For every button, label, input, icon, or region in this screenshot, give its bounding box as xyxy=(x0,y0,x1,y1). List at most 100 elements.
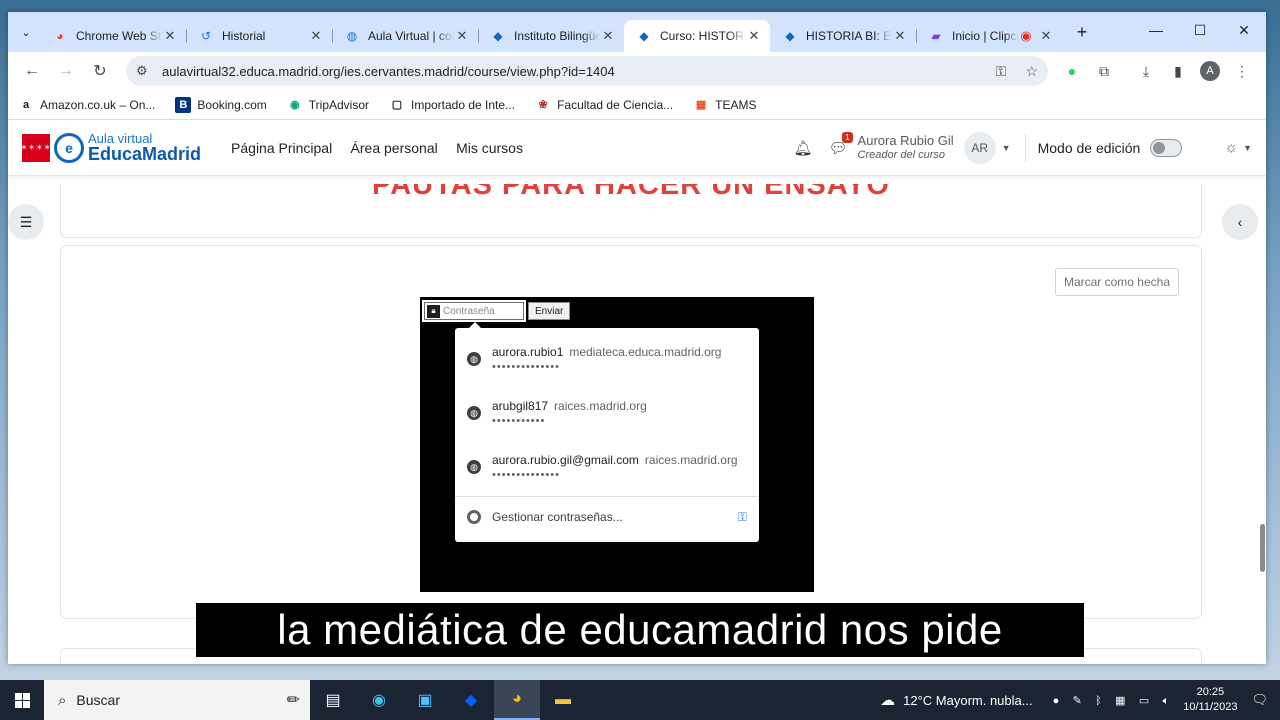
close-icon[interactable]: ✕ xyxy=(454,28,470,44)
tab-title: Historial xyxy=(222,29,266,43)
key-icon[interactable]: ⚿ xyxy=(995,63,1006,79)
edit-mode-toggle[interactable] xyxy=(1150,138,1183,157)
bookmark-tripadvisor[interactable]: ◉ TripAdvisor xyxy=(287,97,369,113)
network-icon[interactable]: ▭ xyxy=(1139,695,1149,707)
whatsapp-extension-icon[interactable]: ● xyxy=(1056,55,1088,87)
search-highlight-icon: ✏ xyxy=(286,692,300,709)
bookmark-booking[interactable]: B Booking.com xyxy=(175,96,267,113)
window-controls: — ☐ ✕ xyxy=(1134,12,1266,48)
close-window-button[interactable]: ✕ xyxy=(1222,12,1266,48)
browser-window: ⌄ ◕ Chrome Web Store ✕ ↺ Historial ✕ ◍ A… xyxy=(8,12,1266,664)
edge-app[interactable]: ◉ xyxy=(356,680,402,720)
bookmark-amazon[interactable]: a Amazon.co.uk – On... xyxy=(18,97,155,113)
tab-curso-historia[interactable]: ◆ Curso: HISTORIA ✕ xyxy=(624,20,770,52)
video-subtitle: la mediática de educamadrid nos pide xyxy=(196,603,1084,657)
close-icon[interactable]: ✕ xyxy=(1038,28,1054,44)
tab-title: Aula Virtual | colegio xyxy=(368,29,454,43)
tab-aula-virtual[interactable]: ◍ Aula Virtual | colegio ✕ xyxy=(332,20,478,52)
close-icon[interactable]: ✕ xyxy=(162,28,178,44)
saved-domain: raices.madrid.org xyxy=(554,399,647,413)
university-icon: ❀ xyxy=(538,99,548,111)
profile-avatar[interactable]: A xyxy=(1194,55,1226,87)
close-icon[interactable]: ✕ xyxy=(746,28,762,44)
tab-instituto[interactable]: ◆ Instituto Bilingüe ✕ xyxy=(478,20,624,52)
tab-historia-bi[interactable]: ◆ HISTORIA BI: Ensayo ✕ xyxy=(770,20,916,52)
extensions-puzzle-icon[interactable]: ⧉ xyxy=(1088,55,1120,87)
bookmark-folder-importado[interactable]: ▢ Importado de Inte... xyxy=(389,97,515,113)
message-icon[interactable]: 💬︎ 1 xyxy=(829,131,853,157)
pen-icon[interactable]: ✎ xyxy=(1073,695,1082,707)
microphone-icon[interactable]: ● xyxy=(1053,695,1060,707)
tab-historial[interactable]: ↺ Historial ✕ xyxy=(186,20,332,52)
windows-logo-icon xyxy=(14,692,30,708)
nav-pagina-principal[interactable]: Página Principal xyxy=(231,140,332,156)
user-role: Creador del curso xyxy=(857,148,945,161)
teams-icon[interactable]: ▦ xyxy=(1115,695,1125,707)
manage-passwords-item[interactable]: Gestionar contraseñas... ⚿ xyxy=(455,497,759,537)
bluetooth-icon[interactable]: ᛒ xyxy=(1095,695,1102,707)
download-icon[interactable]: ⤓ xyxy=(1130,55,1162,87)
dropbox-app[interactable]: ◆ xyxy=(448,680,494,720)
chevron-down-icon[interactable]: ▼ xyxy=(1002,143,1011,153)
folder-icon: ▬ xyxy=(555,691,571,708)
chrome-app[interactable]: ◕ xyxy=(494,680,540,720)
side-panel-icon[interactable]: ▮ xyxy=(1162,55,1194,87)
mark-as-done-button[interactable]: Marcar como hecha xyxy=(1054,268,1179,296)
tab-strip: ⌄ ◕ Chrome Web Store ✕ ↺ Historial ✕ ◍ A… xyxy=(8,12,1266,52)
manage-passwords-label: Gestionar contraseñas... xyxy=(492,510,623,524)
tab-chrome-web-store[interactable]: ◕ Chrome Web Store ✕ xyxy=(40,20,186,52)
edit-mode-label: Modo de edición xyxy=(1037,139,1141,156)
course-index-button[interactable]: ☰ xyxy=(8,204,44,240)
taskbar-search[interactable]: ⌕ Buscar ✏ xyxy=(44,680,310,720)
reload-icon: ↻ xyxy=(93,63,107,80)
nav-area-personal[interactable]: Área personal xyxy=(351,140,438,156)
chevron-down-icon[interactable]: ▼ xyxy=(1243,143,1252,153)
nav-mis-cursos[interactable]: Mis cursos xyxy=(456,140,523,156)
chevron-down-icon: ⌄ xyxy=(21,26,31,39)
url-text[interactable]: aulavirtual32.educa.madrid.org/ies.cerva… xyxy=(162,64,979,79)
accessibility-icon[interactable]: ☼ xyxy=(1224,139,1238,156)
store-app[interactable]: ▣ xyxy=(402,680,448,720)
close-icon[interactable]: ✕ xyxy=(600,28,616,44)
educamadrid-logo[interactable]: ✶✶✶✶ e Aula virtual EducaMadrid xyxy=(21,132,202,164)
start-button[interactable] xyxy=(0,680,44,720)
bookmark-facultad[interactable]: ❀ Facultad de Ciencia... xyxy=(535,97,673,113)
file-explorer-app[interactable]: ▬ xyxy=(540,680,586,720)
saved-password-item[interactable]: ◍ arubgil817 raices.madrid.org ••••••••••… xyxy=(455,386,759,440)
tab-title: Instituto Bilingüe xyxy=(514,29,600,43)
forward-button[interactable]: → xyxy=(50,55,82,87)
back-button[interactable]: ← xyxy=(16,55,48,87)
send-button[interactable]: Enviar xyxy=(528,302,571,320)
lock-icon: 🔒︎ xyxy=(427,304,440,318)
address-bar[interactable]: ⚙ aulavirtual32.educa.madrid.org/ies.cer… xyxy=(126,56,1048,86)
logo-text-bottom: EducaMadrid xyxy=(88,144,202,164)
weather-widget[interactable]: ☁ 12°C Mayorm. nubla... xyxy=(880,691,1032,709)
task-view-button[interactable]: ▤ xyxy=(310,680,356,720)
tab-search-button[interactable]: ⌄ xyxy=(12,18,40,46)
message-count-badge: 1 xyxy=(842,131,853,143)
star-icon[interactable]: ☆ xyxy=(1025,63,1038,79)
password-form: 🔒︎ Contraseña Enviar xyxy=(422,300,571,322)
avatar[interactable]: AR xyxy=(963,131,996,164)
page-scrollbar[interactable] xyxy=(1260,524,1265,572)
close-icon[interactable]: ✕ xyxy=(892,28,908,44)
notification-icon[interactable]: 🗨︎ xyxy=(1251,692,1268,708)
tab-clipchamp[interactable]: ▰ Inicio | Clipchamp ◉ ✕ xyxy=(916,20,1062,52)
new-tab-button[interactable]: + xyxy=(1068,18,1096,46)
minimize-button[interactable]: — xyxy=(1134,12,1178,48)
clock-time: 20:25 xyxy=(1196,686,1225,699)
site-settings-icon[interactable]: ⚙ xyxy=(136,63,156,79)
block-drawer-button[interactable]: ‹ xyxy=(1222,204,1258,240)
clock[interactable]: 20:25 10/11/2023 xyxy=(1183,685,1237,715)
maximize-button[interactable]: ☐ xyxy=(1178,12,1222,48)
password-field[interactable]: 🔒︎ Contraseña xyxy=(422,300,526,322)
close-icon[interactable]: ✕ xyxy=(308,28,324,44)
saved-password-item[interactable]: ◍ aurora.rubio.gil@gmail.com raices.madri… xyxy=(455,440,759,494)
bookmark-teams[interactable]: ▦ TEAMS xyxy=(693,97,757,113)
menu-dots-icon[interactable]: ⋮ xyxy=(1226,55,1258,87)
bell-icon[interactable]: 🔔︎ xyxy=(793,139,812,157)
user-menu[interactable]: Aurora Rubio Gil Creador del curso xyxy=(857,133,954,162)
saved-password-item[interactable]: ◍ aurora.rubio1 mediateca.educa.madrid.or… xyxy=(455,332,759,386)
reload-button[interactable]: ↻ xyxy=(84,55,116,87)
volume-icon[interactable]: 🔈︎ xyxy=(1163,695,1170,707)
